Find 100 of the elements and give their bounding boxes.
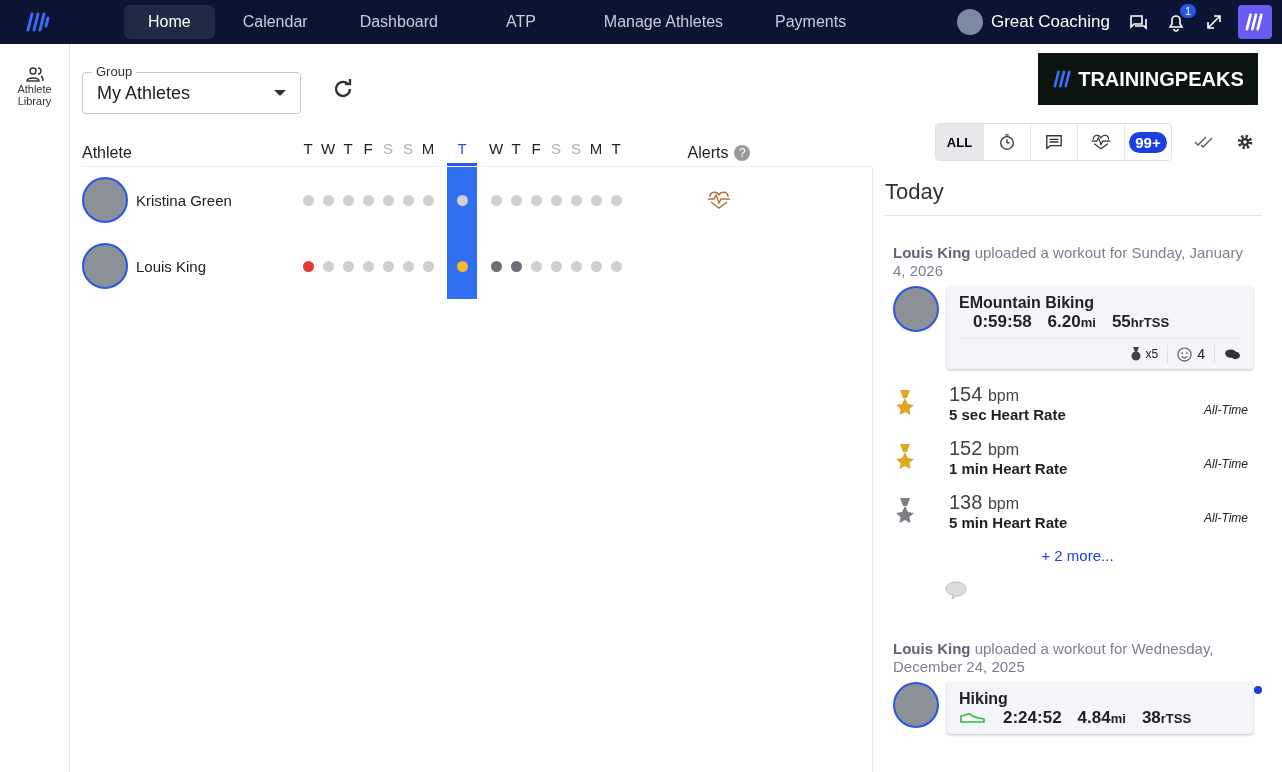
column-header: Alerts bbox=[687, 144, 729, 162]
day-header: F bbox=[362, 140, 374, 159]
workout-status-dot[interactable] bbox=[570, 260, 582, 272]
settings-icon[interactable] bbox=[1236, 133, 1254, 151]
nav-tab[interactable]: Home bbox=[124, 5, 215, 39]
workout-status-dot[interactable] bbox=[510, 194, 522, 206]
workout-status-dot[interactable] bbox=[456, 194, 468, 206]
workout-status-dot[interactable] bbox=[402, 260, 414, 272]
duration: 0:59:58 bbox=[973, 312, 1032, 332]
day-header: S bbox=[550, 140, 562, 159]
workout-status-dot[interactable] bbox=[382, 194, 394, 206]
user-avatar[interactable] bbox=[956, 9, 983, 35]
day-header: T bbox=[510, 140, 522, 159]
avatar-placeholder bbox=[893, 286, 939, 332]
workout-status-dot[interactable] bbox=[530, 260, 542, 272]
heart-rate-icon bbox=[1090, 134, 1112, 150]
workout-status-dot[interactable] bbox=[530, 194, 542, 206]
workout-status-dot[interactable] bbox=[422, 260, 434, 272]
workout-status-dot[interactable] bbox=[610, 194, 622, 206]
nav-tab[interactable]: ATP bbox=[465, 5, 576, 39]
day-header: T bbox=[302, 140, 314, 159]
nav-tab[interactable]: Payments bbox=[751, 5, 871, 39]
notification-badge: 1 bbox=[1179, 4, 1196, 18]
app-switcher-icon[interactable] bbox=[1238, 5, 1272, 39]
day-header: S bbox=[382, 140, 394, 159]
bell-icon[interactable] bbox=[1166, 12, 1186, 32]
double-check-icon[interactable] bbox=[1194, 136, 1214, 148]
athlete-name[interactable]: Louis King bbox=[136, 257, 207, 275]
medal-icon bbox=[1130, 347, 1141, 361]
duration: 2:24:52 bbox=[1003, 708, 1062, 728]
workout-status-dot[interactable] bbox=[322, 260, 334, 272]
athlete-name[interactable]: Kristina Green bbox=[136, 191, 232, 209]
workout-status-dot[interactable] bbox=[362, 260, 374, 272]
workout-status-dot[interactable] bbox=[322, 194, 334, 206]
stopwatch-icon bbox=[998, 133, 1016, 151]
distance: 6.20mi bbox=[1047, 312, 1096, 332]
record-name: 1 min Heart Rate bbox=[949, 460, 1069, 477]
workout-status-dot[interactable] bbox=[570, 194, 582, 206]
record-period: All-Time bbox=[1204, 403, 1248, 417]
comments-icon[interactable] bbox=[1224, 347, 1241, 361]
workout-status-dot[interactable] bbox=[402, 194, 414, 206]
expand-icon[interactable] bbox=[1204, 12, 1224, 32]
day-header: W bbox=[487, 140, 505, 159]
avatar-placeholder bbox=[82, 243, 128, 289]
day-header: W bbox=[319, 140, 337, 159]
caret-icon bbox=[274, 90, 286, 96]
workout-status-dot[interactable] bbox=[510, 260, 522, 272]
sidebar-link[interactable]: Athlete Library bbox=[12, 84, 57, 108]
nav-tab[interactable]: Calendar bbox=[218, 5, 332, 39]
workout-card[interactable]: EMountain Biking 0:59:58 6.20mi 55hrTSS x5 4 bbox=[947, 286, 1253, 369]
day-header: M bbox=[588, 140, 604, 159]
workout-status-dot[interactable] bbox=[610, 260, 622, 272]
workout-status-dot[interactable] bbox=[342, 194, 354, 206]
user-name[interactable]: Great Coaching bbox=[990, 12, 1110, 32]
brand-banner: TRAININGPEAKS bbox=[1038, 53, 1258, 105]
record-period: All-Time bbox=[1204, 457, 1248, 471]
workout-status-dot[interactable] bbox=[382, 260, 394, 272]
people-icon[interactable] bbox=[24, 66, 45, 82]
medal-count: x5 bbox=[1145, 347, 1159, 361]
heart-rate-icon[interactable] bbox=[706, 191, 732, 209]
activity-text: Louis King uploaded a workout for Wednesday, December 24, 2025 bbox=[893, 640, 1215, 676]
workout-status-dot[interactable] bbox=[550, 260, 562, 272]
workout-card[interactable]: Hiking 2:24:52 4.84mi 38rTSS bbox=[947, 682, 1253, 734]
workout-status-dot[interactable] bbox=[342, 260, 354, 272]
count-filter-tab[interactable]: 99+ bbox=[1124, 124, 1171, 160]
day-header: F bbox=[530, 140, 542, 159]
record-value: 138 bpm bbox=[949, 491, 1021, 514]
record-value: 154 bpm bbox=[949, 383, 1021, 406]
workout-status-dot[interactable] bbox=[550, 194, 562, 206]
workout-status-dot[interactable] bbox=[590, 194, 602, 206]
workout-status-dot[interactable] bbox=[456, 260, 468, 272]
tss-value: 38rTSS bbox=[1141, 708, 1192, 728]
column-header: Athlete bbox=[82, 144, 133, 162]
workout-status-dot[interactable] bbox=[422, 194, 434, 206]
workout-title: Hiking bbox=[959, 690, 1009, 708]
day-header: T bbox=[342, 140, 354, 159]
workout-status-dot[interactable] bbox=[302, 260, 314, 272]
avatar-placeholder bbox=[82, 177, 128, 223]
workout-status-dot[interactable] bbox=[490, 260, 502, 272]
comment-icon[interactable] bbox=[945, 580, 967, 600]
record-name: 5 min Heart Rate bbox=[949, 514, 1069, 531]
logo-icon[interactable] bbox=[26, 12, 50, 32]
chat-icon[interactable] bbox=[1128, 12, 1148, 32]
feed-title: Today bbox=[885, 179, 1262, 216]
comment-icon bbox=[1045, 133, 1063, 151]
filter-tab[interactable]: ALL bbox=[936, 124, 983, 160]
workout-status-dot[interactable] bbox=[302, 194, 314, 206]
more-link[interactable]: + 2 more... bbox=[893, 547, 1262, 564]
workout-status-dot[interactable] bbox=[490, 194, 502, 206]
workout-status-dot[interactable] bbox=[590, 260, 602, 272]
tss-value: 55hrTSS bbox=[1111, 312, 1170, 332]
smiley-icon[interactable] bbox=[1177, 346, 1193, 362]
record-name: 5 sec Heart Rate bbox=[949, 406, 1067, 423]
workout-status-dot[interactable] bbox=[362, 194, 374, 206]
nav-tab[interactable]: Manage Athletes bbox=[579, 5, 748, 39]
day-header: S bbox=[570, 140, 582, 159]
workout-title: EMountain Biking bbox=[959, 294, 1096, 312]
avatar-placeholder bbox=[893, 682, 939, 728]
nav-tab[interactable]: Dashboard bbox=[335, 5, 462, 39]
activity-text: Louis King uploaded a workout for Sunday, January 4, 2026 bbox=[893, 244, 1244, 280]
